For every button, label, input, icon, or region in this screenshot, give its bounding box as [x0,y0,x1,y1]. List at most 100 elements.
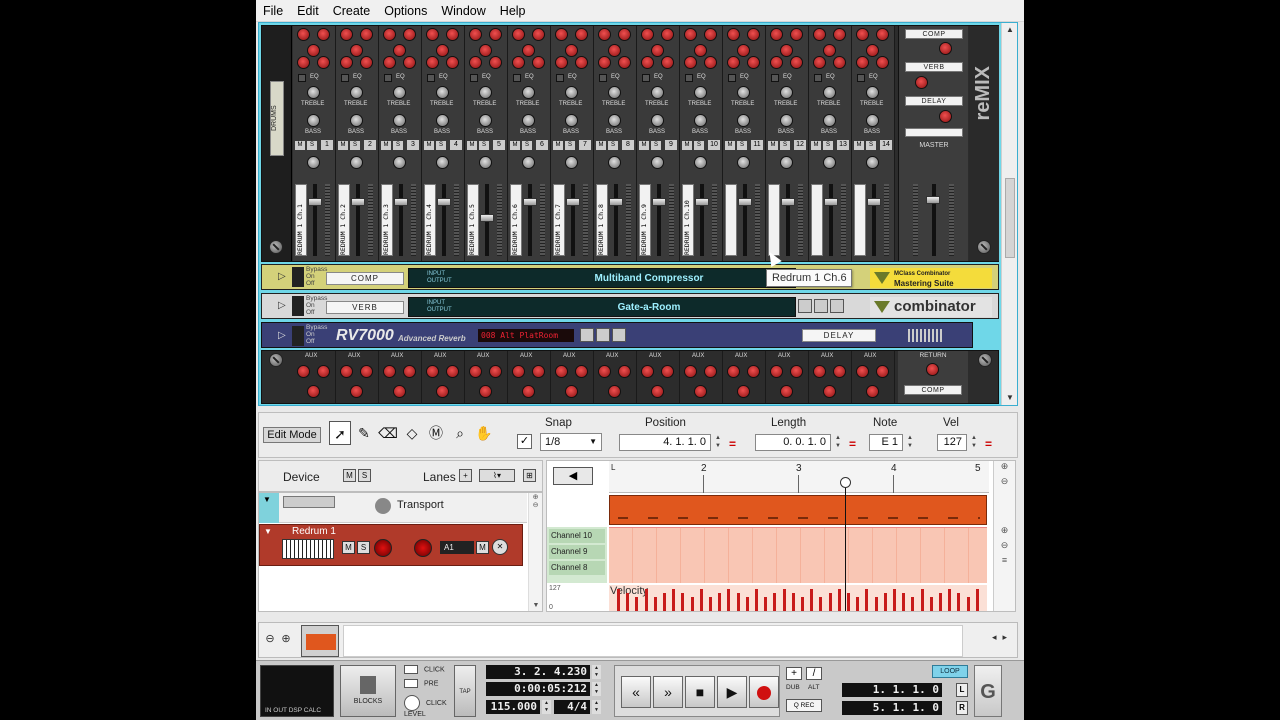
quantize-record-button[interactable]: Q REC [786,699,822,712]
treble-knob[interactable] [608,86,621,99]
lane-type-select[interactable]: ⌇▾ [479,469,515,482]
aux-send-knob[interactable] [684,365,697,378]
aux-send-knob[interactable] [747,28,760,41]
dub-button[interactable]: + [786,667,802,680]
eq-toggle-button[interactable] [857,74,865,82]
bass-knob[interactable] [866,114,879,127]
aux-send-knob[interactable] [747,56,760,69]
aux-send-knob[interactable] [704,28,717,41]
lane-select[interactable]: A1 [440,541,474,554]
solo-all-button[interactable]: S [358,469,371,482]
bass-knob[interactable] [436,114,449,127]
aux-send-knob[interactable] [436,385,449,398]
bass-knob[interactable] [307,114,320,127]
pan-knob[interactable] [436,156,449,169]
mute-button[interactable]: M [424,141,434,150]
lane-label[interactable]: Channel 9 [549,545,605,559]
bypass-switch[interactable] [292,326,304,346]
delete-lane-icon[interactable]: ✕ [492,539,508,555]
pan-knob[interactable] [737,156,750,169]
save-patch-icon[interactable] [612,328,626,342]
velocity-lane[interactable]: Velocity [609,585,987,611]
right-locator-display[interactable]: 5. 1. 1. 0 [842,701,942,715]
scroll-up-icon[interactable]: ▲ [1005,25,1015,35]
aux-send-knob[interactable] [383,28,396,41]
selection-tool-icon[interactable]: ➚ [329,421,351,445]
aux-send-knob[interactable] [297,28,310,41]
overview-track[interactable] [343,625,963,657]
mute-button[interactable]: M [725,141,735,150]
channel-name-label[interactable] [725,184,737,256]
pan-knob[interactable] [522,156,535,169]
eq-toggle-button[interactable] [599,74,607,82]
return-fx-comp[interactable]: COMP [904,385,962,395]
channel-fader[interactable] [308,198,322,206]
mute-button[interactable]: M [639,141,649,150]
menu-help[interactable]: Help [493,0,533,22]
channel-name-label[interactable]: REDRUM 1 Ch.6 [510,184,522,256]
aux-send-knob[interactable] [469,365,482,378]
eq-toggle-button[interactable] [298,74,306,82]
arrangement-scrollbar[interactable]: ⊕ ⊖ ⊕ ⊖ ≡ [993,461,1015,611]
pan-knob[interactable] [651,156,664,169]
aux-send-knob[interactable] [618,365,631,378]
treble-knob[interactable] [522,86,535,99]
eq-toggle-button[interactable] [427,74,435,82]
mute-button[interactable]: M [381,141,391,150]
eq-toggle-button[interactable] [470,74,478,82]
aux-send-knob[interactable] [565,44,578,57]
track-list-scrollbar[interactable]: ⊕ ⊖ ▼ [528,493,542,611]
tap-tempo-button[interactable]: TAP [454,665,476,717]
eraser-tool-icon[interactable]: ⌫ [377,421,399,445]
aux-send-knob[interactable] [403,56,416,69]
channel-name-label[interactable]: REDRUM 1 Ch.10 [682,184,694,256]
menu-window[interactable]: Window [434,0,492,22]
zoom-in-icon[interactable]: ⊕ [994,525,1015,540]
zoom-in-icon[interactable]: ⊕ [279,632,293,646]
aux-send-knob[interactable] [575,365,588,378]
menu-options[interactable]: Options [377,0,434,22]
redrum-track-name[interactable]: Redrum 1 [292,526,336,537]
combinator-name[interactable]: COMP [326,272,404,285]
solo-button[interactable]: S [823,141,833,150]
velocity-bar[interactable] [727,589,731,611]
aux-send-knob[interactable] [360,28,373,41]
mute-button[interactable]: M [854,141,864,150]
record-icon[interactable] [749,676,779,708]
drum-lanes-grid[interactable] [609,527,987,583]
aux-send-knob[interactable] [661,56,674,69]
signature-spinner-icon[interactable]: ▲ ▼ [592,700,601,714]
channel-name-label[interactable] [811,184,823,256]
channel-fader[interactable] [480,214,494,222]
velocity-bar[interactable] [773,593,777,611]
aux-send-knob[interactable] [393,44,406,57]
bass-knob[interactable] [737,114,750,127]
aux-send-knob[interactable] [426,365,439,378]
aux-send-knob[interactable] [866,44,879,57]
aux-send-knob[interactable] [813,365,826,378]
velocity-bar[interactable] [745,597,749,611]
aux-send-knob[interactable] [661,365,674,378]
mute-button[interactable]: M [682,141,692,150]
master-fx-empty[interactable] [905,128,963,137]
aux-send-knob[interactable] [469,56,482,69]
aux-send-knob[interactable] [489,365,502,378]
aux-send-knob[interactable] [340,365,353,378]
zoom-in-icon[interactable]: ⊕ [994,461,1015,476]
bass-knob[interactable] [694,114,707,127]
aux-send-knob[interactable] [641,56,654,69]
channel-fader[interactable] [695,198,709,206]
treble-knob[interactable] [694,86,707,99]
menu-create[interactable]: Create [326,0,378,22]
mute-button[interactable]: M [811,141,821,150]
aux-send-knob[interactable] [747,365,760,378]
aux-send-knob[interactable] [469,28,482,41]
aux-send-knob[interactable] [479,44,492,57]
solo-button[interactable]: S [522,141,532,150]
bass-knob[interactable] [823,114,836,127]
aux-send-knob[interactable] [446,28,459,41]
master-fader[interactable] [926,196,940,204]
treble-knob[interactable] [307,86,320,99]
aux-send-knob[interactable] [512,28,525,41]
aux-send-knob[interactable] [790,56,803,69]
